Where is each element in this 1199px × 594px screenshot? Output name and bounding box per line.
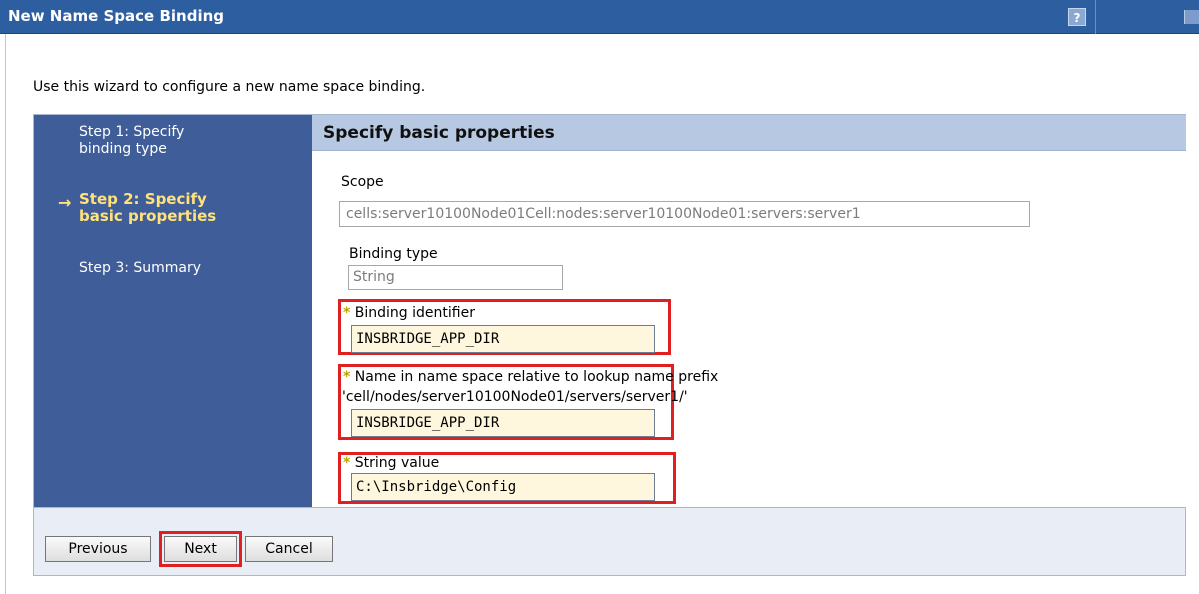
required-marker: * (343, 369, 351, 385)
string-value-label: String value (354, 455, 440, 471)
binding-identifier-label-row: * Binding identifier (343, 305, 475, 321)
name-in-ns-label: Name in name space relative to lookup na… (354, 369, 719, 385)
wizard-panel: Step 1: Specify binding type → Step 2: S… (33, 114, 1186, 576)
current-step-arrow-icon: → (58, 193, 72, 212)
window-title-bar: New Name Space Binding ? (0, 0, 1199, 34)
previous-button[interactable]: Previous (45, 536, 151, 562)
step-3-summary[interactable]: Step 3: Summary (79, 260, 201, 277)
step-2-specify-basic-properties: Step 2: Specify basic properties (79, 191, 216, 225)
portlet-menu-icon[interactable] (1184, 10, 1199, 24)
binding-identifier-label: Binding identifier (354, 305, 475, 321)
name-in-ns-prefix: 'cell/nodes/server10100Node01/servers/se… (342, 389, 688, 405)
scope-field: cells:server10100Node01Cell:nodes:server… (339, 201, 1030, 227)
name-in-ns-label-row: * Name in name space relative to lookup … (343, 369, 718, 385)
binding-identifier-input[interactable] (351, 325, 655, 353)
scope-label: Scope (341, 174, 384, 190)
next-button[interactable]: Next (164, 536, 237, 562)
title-bar-divider (1095, 0, 1096, 34)
step-1-line-1: Step 1: Specify (79, 124, 185, 140)
window-title: New Name Space Binding (8, 7, 225, 25)
step-1-specify-binding-type[interactable]: Step 1: Specify binding type (79, 124, 184, 158)
string-value-label-row: * String value (343, 455, 439, 471)
name-in-name-space-input[interactable] (351, 409, 655, 437)
step-2-line-1: Step 2: Specify (79, 190, 207, 208)
cancel-button[interactable]: Cancel (245, 536, 333, 562)
wizard-intro-text: Use this wizard to configure a new name … (33, 79, 426, 95)
binding-type-field: String (348, 265, 563, 290)
required-marker: * (343, 305, 351, 321)
panel-header: Specify basic properties (312, 115, 1186, 151)
properties-content: Specify basic properties Scope cells:ser… (312, 115, 1186, 507)
left-border (5, 34, 6, 594)
panel-heading: Specify basic properties (323, 123, 555, 143)
wizard-button-bar: Previous Next Cancel (34, 507, 1185, 575)
binding-type-label: Binding type (349, 246, 438, 262)
step-1-line-2: binding type (79, 141, 167, 157)
help-icon[interactable]: ? (1068, 8, 1086, 26)
step-3-line-1: Step 3: Summary (79, 260, 202, 276)
required-marker: * (343, 455, 351, 471)
wizard-steps-sidebar: Step 1: Specify binding type → Step 2: S… (34, 115, 312, 507)
step-2-line-2: basic properties (79, 207, 217, 225)
string-value-input[interactable] (351, 473, 655, 501)
